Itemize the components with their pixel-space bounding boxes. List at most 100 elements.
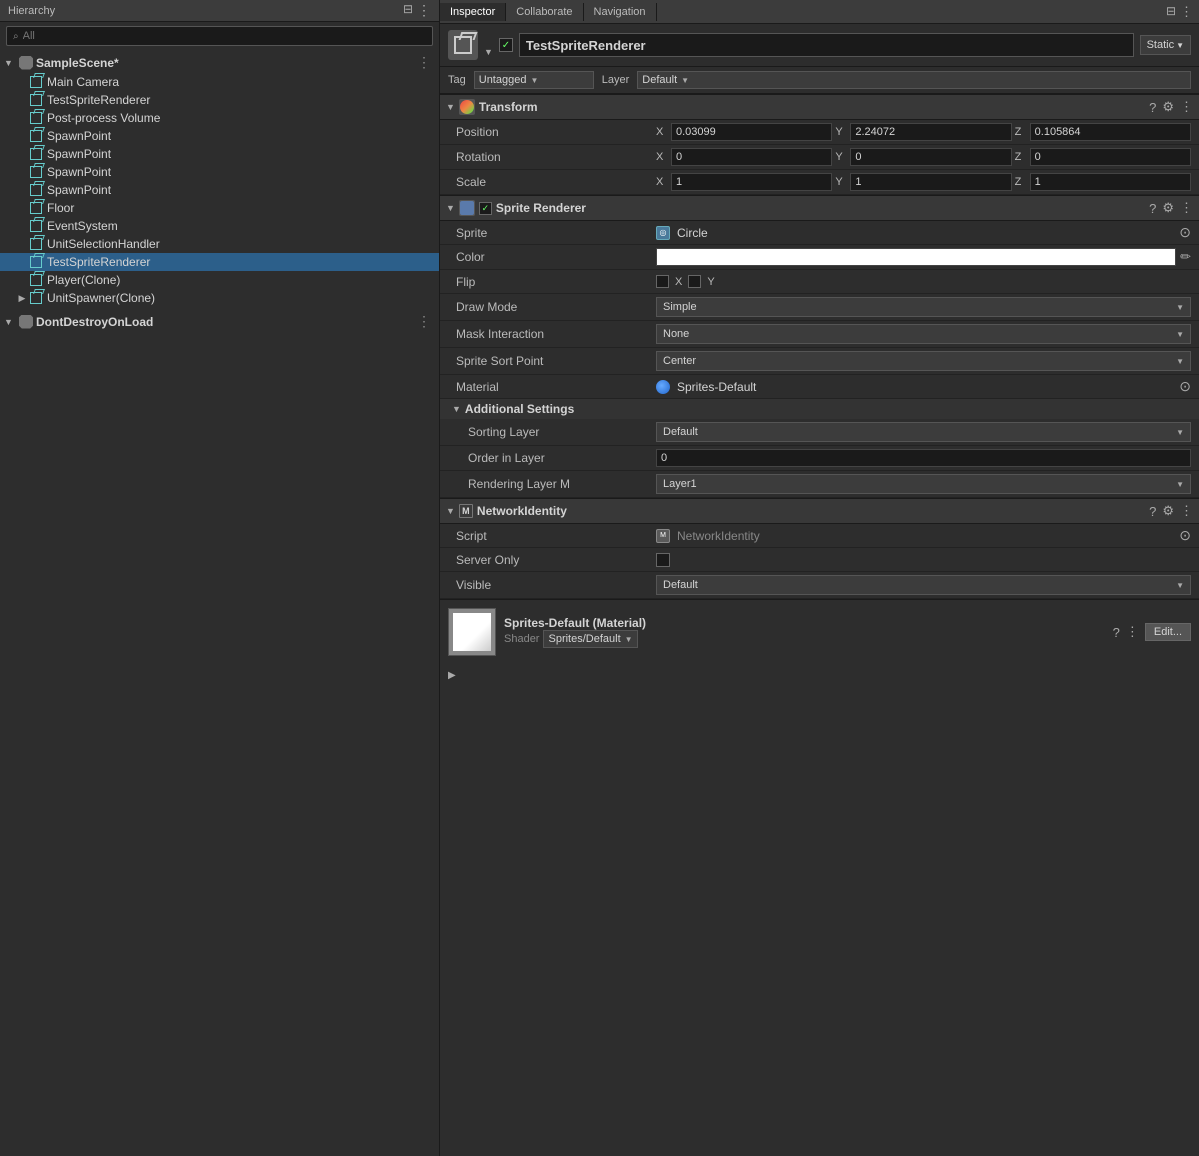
cube-icon [28, 74, 44, 90]
additional-settings-arrow-icon: ▼ [452, 404, 461, 414]
flip-x-checkbox[interactable] [656, 275, 669, 288]
transform-section-icons: ? ⚙ ⋮ [1149, 99, 1193, 115]
mask-interaction-value: None ▼ [656, 324, 1191, 344]
script-icon: M [656, 529, 670, 543]
position-x-label: X [656, 126, 668, 138]
material-edit-button[interactable]: Edit... [1145, 623, 1191, 641]
sprite-renderer-section-header[interactable]: ▼ ✓ Sprite Renderer ? ⚙ ⋮ [440, 195, 1199, 221]
transform-section-header[interactable]: ▼ Transform ? ⚙ ⋮ [440, 94, 1199, 120]
scale-x-input[interactable] [671, 173, 832, 191]
color-field[interactable] [656, 248, 1176, 266]
transform-menu-icon[interactable]: ⋮ [1180, 99, 1193, 115]
list-item[interactable]: TestSpriteRenderer [0, 91, 439, 109]
transform-settings-icon[interactable]: ⚙ [1162, 99, 1174, 115]
transform-help-icon[interactable]: ? [1149, 100, 1156, 115]
sprite-renderer-settings-icon[interactable]: ⚙ [1162, 200, 1174, 216]
list-item[interactable]: ▶ UnitSpawner(Clone) [0, 289, 439, 307]
material-value: Sprites-Default ⊙ [656, 378, 1191, 395]
rotation-x-input[interactable] [671, 148, 832, 166]
network-identity-help-icon[interactable]: ? [1149, 504, 1156, 519]
mask-interaction-label: Mask Interaction [456, 327, 656, 341]
scale-z-input[interactable] [1030, 173, 1191, 191]
hierarchy-scene-item[interactable]: ▼ SampleScene* ⋮ [0, 52, 439, 73]
mask-interaction-dropdown[interactable]: None ▼ [656, 324, 1191, 344]
sorting-layer-arrow-icon: ▼ [1176, 428, 1184, 437]
order-in-layer-input[interactable] [656, 449, 1191, 467]
sorting-layer-dropdown[interactable]: Default ▼ [656, 422, 1191, 442]
list-item[interactable]: Floor [0, 199, 439, 217]
tab-inspector[interactable]: Inspector [440, 3, 506, 21]
material-help-icon[interactable]: ? [1113, 625, 1120, 640]
draw-mode-dropdown[interactable]: Simple ▼ [656, 297, 1191, 317]
list-item[interactable]: SpawnPoint [0, 145, 439, 163]
dontdestroy-menu-icon[interactable]: ⋮ [417, 313, 431, 330]
static-button[interactable]: Static ▼ [1140, 35, 1191, 55]
hierarchy-search-input[interactable] [23, 30, 426, 42]
sprite-renderer-help-icon[interactable]: ? [1149, 201, 1156, 216]
item-label: Floor [47, 201, 74, 215]
hierarchy-lock-icon[interactable]: ⊟ [403, 2, 413, 19]
position-x-input[interactable] [671, 123, 832, 141]
sprite-renderer-section-icons: ? ⚙ ⋮ [1149, 200, 1193, 216]
rotation-y-input[interactable] [850, 148, 1011, 166]
material-menu-icon[interactable]: ⋮ [1126, 624, 1139, 640]
list-item[interactable]: SpawnPoint [0, 163, 439, 181]
sprite-renderer-menu-icon[interactable]: ⋮ [1180, 200, 1193, 216]
network-identity-section-header[interactable]: ▼ M NetworkIdentity ? ⚙ ⋮ [440, 498, 1199, 524]
eyedropper-icon[interactable]: ✏ [1180, 249, 1191, 265]
item-label: Player(Clone) [47, 273, 120, 287]
list-item[interactable]: Main Camera [0, 73, 439, 91]
inspector-content: ▼ ✓ Static ▼ Tag Untagged ▼ Layer Defaul… [440, 24, 1199, 1156]
flip-y-checkbox[interactable] [688, 275, 701, 288]
scene-menu-icon[interactable]: ⋮ [417, 54, 431, 71]
sprite-target-icon[interactable]: ⊙ [1179, 224, 1191, 241]
list-item[interactable]: UnitSelectionHandler [0, 235, 439, 253]
cube-icon [28, 236, 44, 252]
additional-settings-header[interactable]: ▼ Additional Settings [440, 399, 1199, 419]
bottom-expand-row: ▶ [440, 664, 1199, 687]
server-only-checkbox[interactable] [656, 553, 670, 567]
rotation-z-input[interactable] [1030, 148, 1191, 166]
tab-menu-icon[interactable]: ⋮ [1180, 4, 1193, 20]
object-cube-shape [454, 36, 472, 54]
network-identity-settings-icon[interactable]: ⚙ [1162, 503, 1174, 519]
position-y-input[interactable] [850, 123, 1011, 141]
rendering-layer-value: Layer1 ▼ [656, 474, 1191, 494]
draw-mode-label: Draw Mode [456, 300, 656, 314]
position-z-input[interactable] [1030, 123, 1191, 141]
list-item[interactable]: Player(Clone) [0, 271, 439, 289]
transform-title: Transform [479, 100, 1145, 114]
sprite-label: Sprite [456, 226, 656, 240]
tab-layout-icon[interactable]: ⊟ [1166, 4, 1176, 20]
visible-dropdown[interactable]: Default ▼ [656, 575, 1191, 595]
list-item[interactable]: TestSpriteRenderer [0, 253, 439, 271]
list-item[interactable]: Post-process Volume [0, 109, 439, 127]
bottom-expand-icon[interactable]: ▶ [448, 670, 456, 681]
material-target-icon[interactable]: ⊙ [1179, 378, 1191, 395]
tab-navigation[interactable]: Navigation [584, 3, 657, 21]
list-item[interactable]: SpawnPoint [0, 181, 439, 199]
network-identity-menu-icon[interactable]: ⋮ [1180, 503, 1193, 519]
color-row: Color ✏ [440, 245, 1199, 270]
material-label: Material [456, 380, 656, 394]
rotation-z-label: Z [1015, 151, 1027, 163]
tab-collaborate[interactable]: Collaborate [506, 3, 583, 21]
network-identity-section-icons: ? ⚙ ⋮ [1149, 503, 1193, 519]
hierarchy-menu-icon[interactable]: ⋮ [417, 2, 431, 19]
scale-y-input[interactable] [850, 173, 1011, 191]
layer-dropdown[interactable]: Default ▼ [637, 71, 1191, 89]
transform-arrow-icon: ▼ [446, 102, 455, 112]
list-item[interactable]: SpawnPoint [0, 127, 439, 145]
sprite-sort-point-dropdown[interactable]: Center ▼ [656, 351, 1191, 371]
script-target-icon[interactable]: ⊙ [1179, 527, 1191, 544]
material-shader-dropdown[interactable]: Sprites/Default ▼ [543, 630, 637, 648]
rendering-layer-dropdown[interactable]: Layer1 ▼ [656, 474, 1191, 494]
list-item[interactable]: EventSystem [0, 217, 439, 235]
object-enabled-checkbox[interactable]: ✓ [499, 38, 513, 52]
tag-dropdown[interactable]: Untagged ▼ [474, 71, 594, 89]
sorting-layer-value: Default ▼ [656, 422, 1191, 442]
sprite-renderer-enabled-checkbox[interactable]: ✓ [479, 202, 492, 215]
hierarchy-dontdestroy-item[interactable]: ▼ DontDestroyOnLoad ⋮ [0, 311, 439, 332]
object-name-input[interactable] [519, 33, 1134, 57]
network-identity-arrow-icon: ▼ [446, 506, 455, 516]
